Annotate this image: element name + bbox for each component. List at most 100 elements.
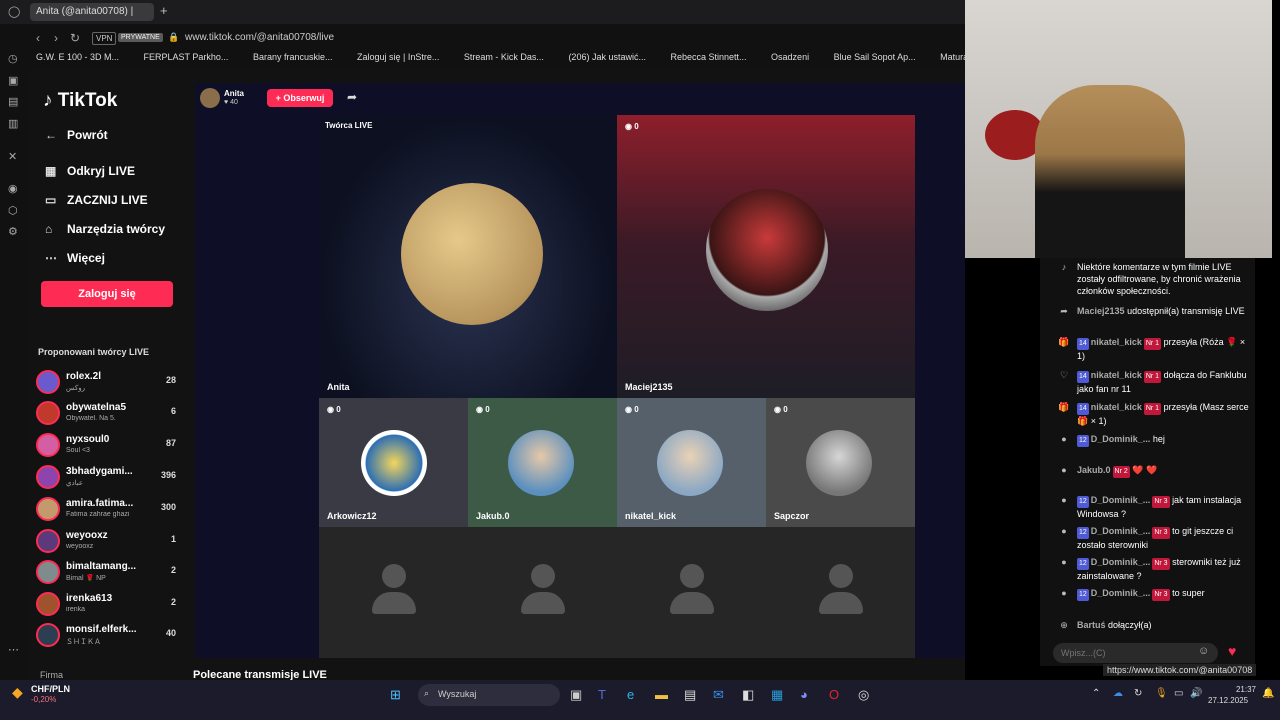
suggested-creator[interactable]: weyooxz weyooxz 1 xyxy=(36,529,176,559)
chat-username[interactable]: D_Dominik_... xyxy=(1091,588,1151,598)
more-apps-icon[interactable]: ⋯ xyxy=(8,643,19,656)
file-explorer-icon[interactable]: ▬ xyxy=(655,687,668,702)
back-icon[interactable]: ‹ xyxy=(36,31,40,45)
chat-input[interactable] xyxy=(1053,643,1218,663)
empty-seat[interactable] xyxy=(766,527,915,658)
obs-icon[interactable]: ◎ xyxy=(858,687,869,703)
reload-icon[interactable]: ↻ xyxy=(70,31,80,45)
guest-video-cell[interactable]: ◉ 0 nikatel_kick xyxy=(617,398,766,527)
new-tab-icon[interactable]: + xyxy=(160,3,168,18)
suggested-creator[interactable]: nyxsoul0 Soul <3 87 xyxy=(36,433,176,463)
messenger-icon[interactable]: ▥ xyxy=(8,117,18,130)
tiktok-note-icon: ♪ xyxy=(1061,262,1067,272)
notifications-icon[interactable]: 🔔 xyxy=(1262,688,1274,699)
share-icon[interactable]: ➦ xyxy=(347,90,357,104)
bookmark[interactable]: FERPLAST Parkho... xyxy=(144,52,229,62)
nav-start-live[interactable]: ▭ ZACZNIJ LIVE xyxy=(45,193,148,207)
host-video-cell[interactable]: Twórca LIVE Anita xyxy=(319,115,617,398)
guest-video-cell[interactable]: ◉ 0 Arkowicz12 xyxy=(319,398,468,527)
suggested-creator[interactable]: bimaltamang... Bimal 🌹 NP 2 xyxy=(36,560,176,590)
taskbar-search[interactable]: ⌕ Wyszukaj xyxy=(418,684,560,706)
nav-creator-tools[interactable]: ⌂ Narzędzia twórcy xyxy=(45,222,165,236)
windows-start-icon[interactable]: ⊞ xyxy=(390,687,401,703)
tray-chevron-icon[interactable]: ⌃ xyxy=(1092,688,1100,699)
chat-username[interactable]: nikatel_kick xyxy=(1091,402,1142,412)
suggested-creator[interactable]: irenka613 irenka 2 xyxy=(36,592,176,622)
guest-video-cell[interactable]: ◉ 0 Jakub.0 xyxy=(468,398,617,527)
chat-username[interactable]: D_Dominik_... xyxy=(1091,526,1151,536)
guest-video-cell[interactable]: ◉ 0 Maciej2135 xyxy=(617,115,915,398)
capcut-icon[interactable]: ◧ xyxy=(742,687,754,703)
extensions-icon[interactable]: ⬡ xyxy=(8,204,18,217)
chat-username[interactable]: D_Dominik_... xyxy=(1091,495,1151,505)
host-name[interactable]: Anita xyxy=(224,89,244,98)
suggested-creator[interactable]: 3bhadygami... عبادي 396 xyxy=(36,465,176,495)
bookmark[interactable]: Zaloguj się | InStre... xyxy=(357,52,439,62)
edge-icon[interactable]: e xyxy=(627,687,634,702)
nav-discover-live[interactable]: ▦ Odkryj LIVE xyxy=(45,164,135,178)
suggested-creator[interactable]: monsif.elferk... ＳＨＩＫＡ 40 xyxy=(36,623,176,653)
task-view-icon[interactable]: ▣ xyxy=(570,687,582,703)
chat-username[interactable]: Maciej2135 xyxy=(1077,306,1125,316)
microphone-icon[interactable]: 🎙 xyxy=(1155,688,1168,699)
suggested-creator[interactable]: rolex.2l روکس 28 xyxy=(36,370,176,400)
bookmark[interactable]: Osadzeni xyxy=(771,52,809,62)
discord-icon[interactable]: ◕ xyxy=(800,687,808,702)
suggested-creator[interactable]: obywatelna5 Obywatel. Na 5. 6 xyxy=(36,401,176,431)
store-icon[interactable]: ▤ xyxy=(684,687,696,703)
suggested-creator[interactable]: amira.fatima... Fatima zahrae ghazi 300 xyxy=(36,497,176,527)
bookmark[interactable]: Stream - Kick Das... xyxy=(464,52,544,62)
lock-icon[interactable]: 🔒 xyxy=(168,32,179,43)
empty-seat[interactable] xyxy=(319,527,468,658)
footer-link-company[interactable]: Firma xyxy=(40,670,63,680)
network-icon[interactable]: ▭ xyxy=(1174,688,1183,699)
clock-date[interactable]: 27.12.2025 xyxy=(1208,696,1248,705)
settings-icon[interactable]: ⚙ xyxy=(8,225,18,238)
bookmark[interactable]: Barany francuskie... xyxy=(253,52,333,62)
bookmark[interactable]: (206) Jak ustawić... xyxy=(568,52,646,62)
vpn-badge[interactable]: VPN xyxy=(92,32,117,45)
chat-username[interactable]: D_Dominik_... xyxy=(1091,557,1151,567)
history-icon[interactable]: ◷ xyxy=(8,52,18,65)
login-button[interactable]: Zaloguj się xyxy=(41,281,173,307)
currency-widget-icon[interactable]: ◆ xyxy=(12,684,23,701)
follow-button[interactable]: + Obserwuj xyxy=(267,89,333,107)
app-icon[interactable]: ▦ xyxy=(771,687,783,703)
empty-seat[interactable] xyxy=(468,527,617,658)
onedrive-icon[interactable]: ☁ xyxy=(1113,688,1123,699)
guest-video-cell[interactable]: ◉ 0 Sapczor xyxy=(766,398,915,527)
bookmark[interactable]: Matura mate xyxy=(940,52,965,62)
volume-icon[interactable]: 🔊 xyxy=(1190,688,1202,699)
player-icon[interactable]: ◉ xyxy=(8,182,18,195)
emoji-icon[interactable]: ☺ xyxy=(1198,645,1209,657)
chat-username[interactable]: nikatel_kick xyxy=(1091,370,1142,380)
address-bar[interactable]: www.tiktok.com/@anita00708/live xyxy=(185,32,334,43)
empty-seat[interactable] xyxy=(617,527,766,658)
chat-username[interactable]: D_Dominik_... xyxy=(1091,434,1151,444)
bookmark[interactable]: Blue Sail Sopot Ap... xyxy=(834,52,916,62)
heart-button-icon[interactable]: ♥ xyxy=(1228,643,1248,663)
x-icon[interactable]: ✕ xyxy=(8,150,17,163)
tiktok-logo[interactable]: ♪ TikTok xyxy=(43,90,117,112)
forward-icon[interactable]: › xyxy=(54,31,58,45)
mail-icon[interactable]: ✉ xyxy=(713,687,724,703)
notes-icon[interactable]: ▤ xyxy=(8,95,18,108)
bookmark[interactable]: Rebecca Stinnett... xyxy=(670,52,746,62)
currency-pair[interactable]: CHF/PLN xyxy=(31,684,70,694)
opera-icon[interactable]: O xyxy=(829,687,839,702)
nav-more[interactable]: ⋯ Więcej xyxy=(45,251,105,265)
workspace-icon[interactable]: ▣ xyxy=(8,74,18,87)
chat-username[interactable]: nikatel_kick xyxy=(1091,337,1142,347)
chat-username[interactable]: Bartuś xyxy=(1077,620,1106,630)
browser-tab[interactable]: Anita (@anita00708) | xyxy=(30,3,154,21)
browser-menu-icon[interactable]: ◯ xyxy=(8,5,20,18)
nav-back[interactable]: ← Powrót xyxy=(45,128,108,142)
bookmark[interactable]: G.W. E 100 - 3D M... xyxy=(36,52,119,62)
clock-time[interactable]: 21:37 xyxy=(1230,685,1256,694)
chat-username[interactable]: Jakub.0 xyxy=(1077,465,1111,475)
host-avatar[interactable] xyxy=(200,88,220,108)
chat-notice: ♪ Niektóre komentarze w tym filmie LIVE … xyxy=(1058,261,1253,297)
sync-icon[interactable]: ↻ xyxy=(1134,688,1142,699)
creator-subtitle: Obywatel. Na 5. xyxy=(66,415,116,422)
teams-icon[interactable]: T xyxy=(598,687,606,702)
